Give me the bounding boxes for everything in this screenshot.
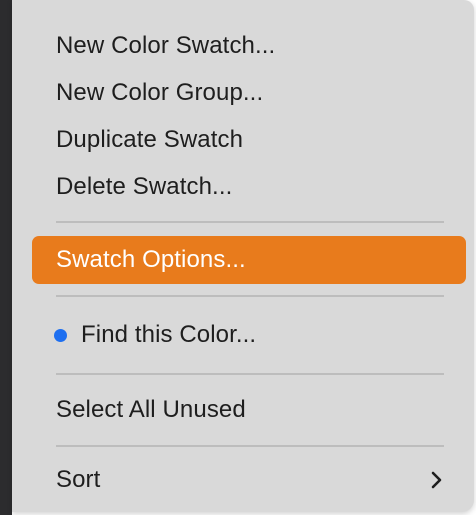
menu-item-label: Find this Color... <box>81 321 257 348</box>
menu-item-new-color-swatch[interactable]: New Color Swatch... <box>32 26 466 66</box>
menu-item-label: Delete Swatch... <box>56 173 233 200</box>
menu-item-label: New Color Group... <box>56 79 264 106</box>
menu-item-label: Sort <box>56 466 101 493</box>
blue-dot-icon <box>54 328 67 342</box>
chevron-right-icon <box>431 471 442 489</box>
menu-item-label: Swatch Options... <box>56 246 246 273</box>
menu-item-new-color-group[interactable]: New Color Group... <box>32 73 466 113</box>
screen: New Color Swatch... New Color Group... D… <box>0 0 476 515</box>
menu-separator <box>56 295 444 297</box>
menu-item-label: New Color Swatch... <box>56 32 276 59</box>
background-window-edge <box>0 0 12 515</box>
menu-item-select-all-unused[interactable]: Select All Unused <box>32 390 466 430</box>
menu-item-delete-swatch[interactable]: Delete Swatch... <box>32 167 466 207</box>
menu-item-find-this-color[interactable]: Find this Color... <box>32 315 466 355</box>
menu-item-label: Duplicate Swatch <box>56 126 244 153</box>
context-menu: New Color Swatch... New Color Group... D… <box>12 0 474 512</box>
menu-separator <box>56 221 444 223</box>
menu-item-sort[interactable]: Sort <box>32 436 466 493</box>
menu-item-duplicate-swatch[interactable]: Duplicate Swatch <box>32 120 466 160</box>
menu-item-label: Select All Unused <box>56 396 246 423</box>
menu-separator <box>56 373 444 375</box>
menu-item-swatch-options[interactable]: Swatch Options... <box>32 236 466 284</box>
